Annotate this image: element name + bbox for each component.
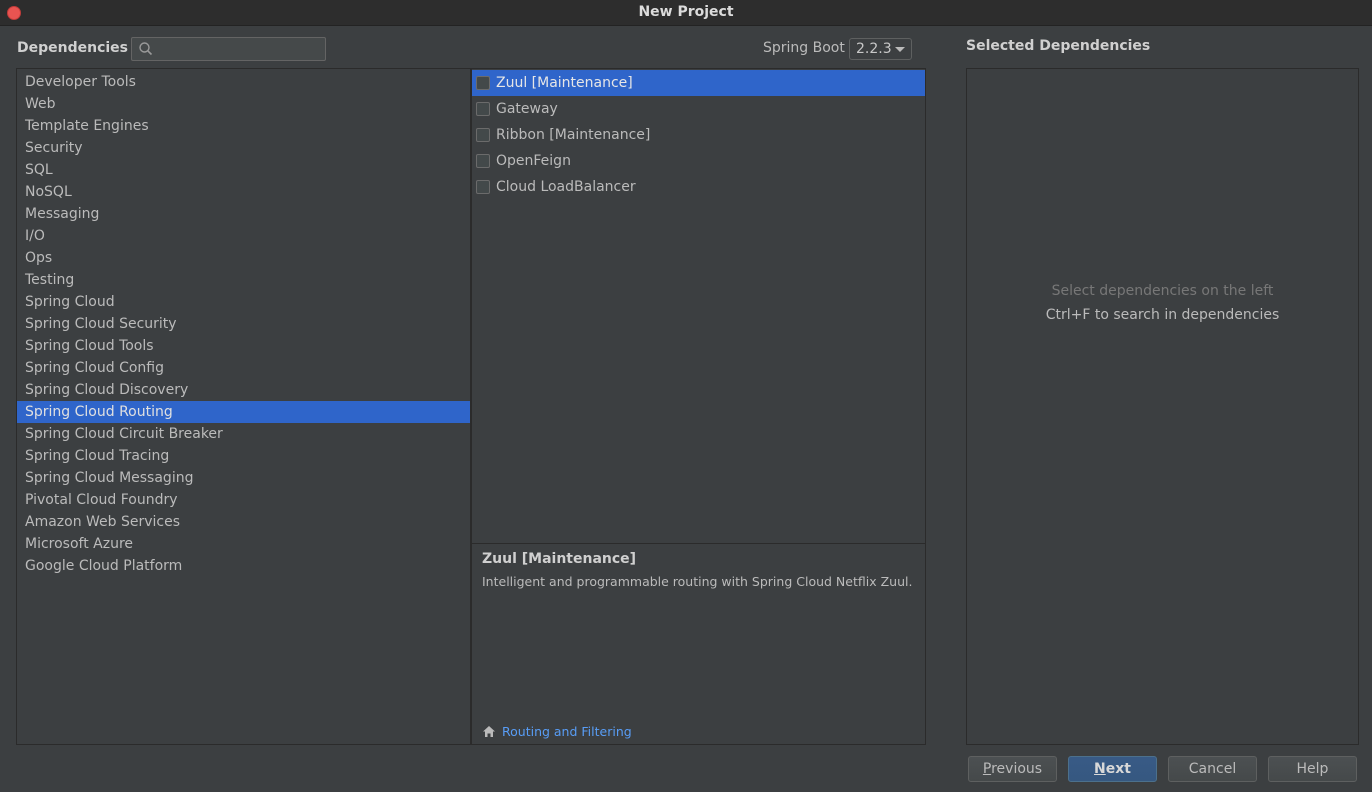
dependency-item[interactable]: Zuul [Maintenance] <box>472 70 925 96</box>
dependencies-label: Dependencies <box>17 40 129 56</box>
category-item[interactable]: I/O <box>17 225 470 247</box>
next-mnemonic: N <box>1094 761 1106 777</box>
category-item[interactable]: Spring Cloud Tracing <box>17 445 470 467</box>
dependency-label: Cloud LoadBalancer <box>496 179 636 195</box>
dependencies-list[interactable]: Zuul [Maintenance] Gateway Ribbon [Mainten… <box>472 69 925 543</box>
dependencies-panel: Zuul [Maintenance] Gateway Ribbon [Mainten… <box>471 68 926 745</box>
category-item[interactable]: Spring Cloud Routing <box>17 401 470 423</box>
dependency-item[interactable]: Cloud LoadBalancer <box>472 174 925 200</box>
spring-boot-version-select[interactable]: 2.2.3 <box>849 38 912 60</box>
categories-list[interactable]: Developer Tools Web Template Engines Securi… <box>16 68 471 745</box>
category-item[interactable]: Spring Cloud <box>17 291 470 313</box>
chevron-down-icon <box>895 47 905 52</box>
category-item[interactable]: Spring Cloud Discovery <box>17 379 470 401</box>
category-item[interactable]: Messaging <box>17 203 470 225</box>
category-item[interactable]: SQL <box>17 159 470 181</box>
search-icon <box>139 42 153 56</box>
category-item[interactable]: Spring Cloud Config <box>17 357 470 379</box>
category-item[interactable]: Spring Cloud Security <box>17 313 470 335</box>
category-item[interactable]: Spring Cloud Messaging <box>17 467 470 489</box>
reference-link[interactable]: Routing and Filtering <box>482 724 632 739</box>
dependency-item[interactable]: Gateway <box>472 96 925 122</box>
spring-boot-version-value: 2.2.3 <box>856 41 892 57</box>
category-item[interactable]: Testing <box>17 269 470 291</box>
previous-mnemonic: P <box>982 761 992 777</box>
dependency-label: OpenFeign <box>496 153 571 169</box>
category-item[interactable]: Spring Cloud Tools <box>17 335 470 357</box>
next-label-rest: ext <box>1105 761 1131 777</box>
category-item[interactable]: Developer Tools <box>17 71 470 93</box>
cancel-button[interactable]: Cancel <box>1168 756 1257 782</box>
dependency-checkbox[interactable] <box>476 154 490 168</box>
home-icon <box>483 726 495 737</box>
category-item[interactable]: Security <box>17 137 470 159</box>
category-item[interactable]: Pivotal Cloud Foundry <box>17 489 470 511</box>
dependency-label: Gateway <box>496 101 558 117</box>
empty-hint-secondary: Ctrl+F to search in dependencies <box>1045 307 1280 323</box>
spring-boot-label: Spring Boot <box>763 40 845 56</box>
dependency-label: Zuul [Maintenance] <box>496 75 633 91</box>
category-item[interactable]: Template Engines <box>17 115 470 137</box>
dependency-item[interactable]: Ribbon [Maintenance] <box>472 122 925 148</box>
divider <box>472 543 925 544</box>
dependency-checkbox[interactable] <box>476 76 490 90</box>
category-item[interactable]: NoSQL <box>17 181 470 203</box>
dependency-checkbox[interactable] <box>476 102 490 116</box>
category-item[interactable]: Amazon Web Services <box>17 511 470 533</box>
help-button[interactable]: Help <box>1268 756 1357 782</box>
search-input[interactable] <box>131 37 326 61</box>
category-item[interactable]: Google Cloud Platform <box>17 555 470 577</box>
dependency-checkbox[interactable] <box>476 128 490 142</box>
title-bar: New Project <box>0 0 1372 26</box>
window-title: New Project <box>638 4 734 20</box>
next-button[interactable]: Next <box>1068 756 1157 782</box>
category-item[interactable]: Spring Cloud Circuit Breaker <box>17 423 470 445</box>
previous-button[interactable]: Previous <box>968 756 1057 782</box>
reference-link-label: Routing and Filtering <box>502 724 632 739</box>
dependency-label: Ribbon [Maintenance] <box>496 127 651 143</box>
category-item[interactable]: Web <box>17 93 470 115</box>
category-item[interactable]: Ops <box>17 247 470 269</box>
dependency-checkbox[interactable] <box>476 180 490 194</box>
selected-dependencies-label: Selected Dependencies <box>966 38 1151 54</box>
previous-label-rest: revious <box>991 761 1043 777</box>
selected-dependencies-panel: Select dependencies on the left Ctrl+F t… <box>966 68 1359 745</box>
description-text: Intelligent and programmable routing wit… <box>482 574 913 589</box>
category-item[interactable]: Microsoft Azure <box>17 533 470 555</box>
empty-hint-primary: Select dependencies on the left <box>1051 283 1274 299</box>
dependency-item[interactable]: OpenFeign <box>472 148 925 174</box>
description-title: Zuul [Maintenance] <box>482 551 637 567</box>
